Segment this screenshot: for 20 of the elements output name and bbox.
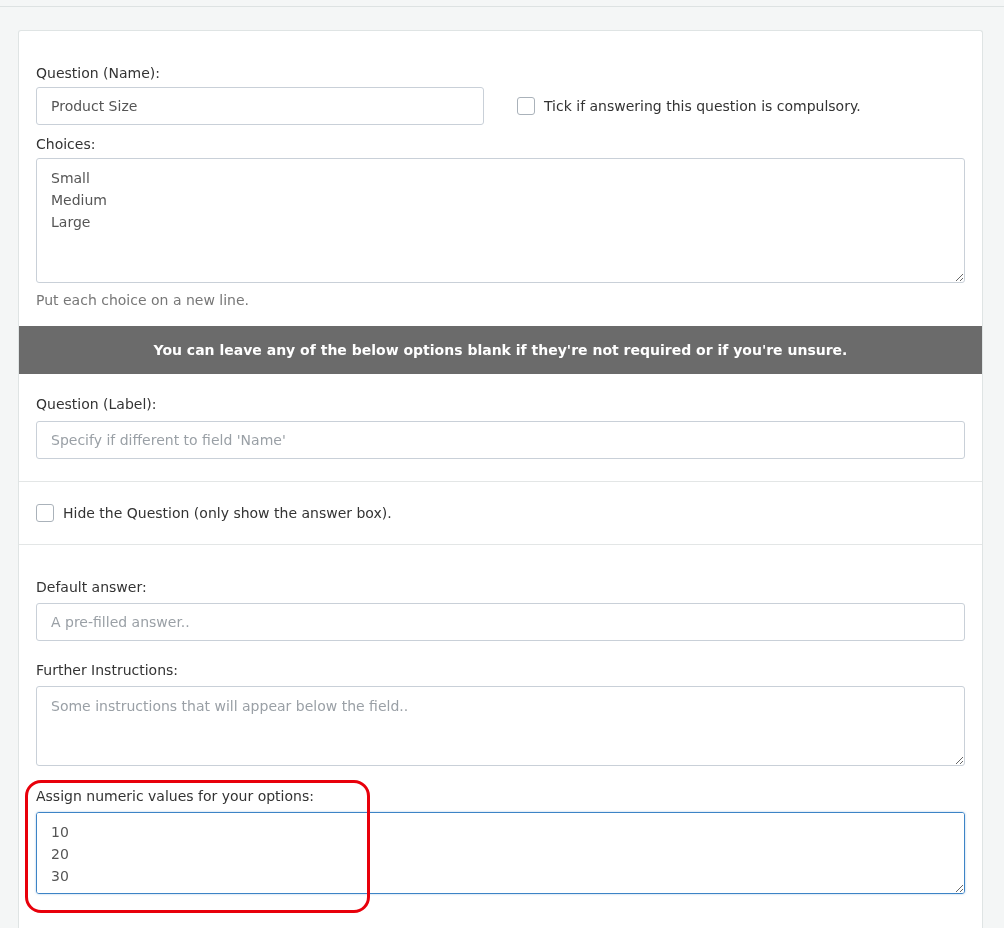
help-text: Put each choice on a new line. [36, 292, 251, 308]
info-banner: You can leave any of the below options blank if they're not required or if you're unsure. [19, 326, 982, 374]
compulsory-checkbox[interactable]: Tick if answering this question is compulsory. [517, 97, 861, 115]
instructions-textarea[interactable]: Some instructions that will appear below the field.. [36, 686, 965, 766]
input-field[interactable]: Specify if different to field 'Name' [36, 421, 965, 459]
hide-question-checkbox[interactable]: Hide the Question (only show the answer box). [36, 504, 965, 522]
input-field[interactable]: A pre-filled answer.. [36, 603, 965, 641]
checkbox[interactable] [36, 504, 54, 522]
field-label: Choices: [36, 136, 97, 152]
field-label: Question (Label): [36, 396, 158, 412]
field-label: Assign numeric values for your options: [36, 788, 315, 804]
checkbox-label: Tick if answering this question is compulsory. [544, 98, 861, 114]
checkbox-label: Hide the Question (only show the answer box). [63, 505, 392, 521]
choices-textarea[interactable]: Small Medium Large [36, 158, 965, 283]
field-label: Default answer: [36, 579, 148, 595]
field-label: Question (Name): [36, 65, 161, 81]
input-field[interactable]: Product Size [36, 87, 484, 125]
numeric-values-textarea[interactable]: 10 20 30 [36, 812, 965, 894]
field-label: Further Instructions: [36, 662, 180, 678]
checkbox[interactable] [517, 97, 535, 115]
